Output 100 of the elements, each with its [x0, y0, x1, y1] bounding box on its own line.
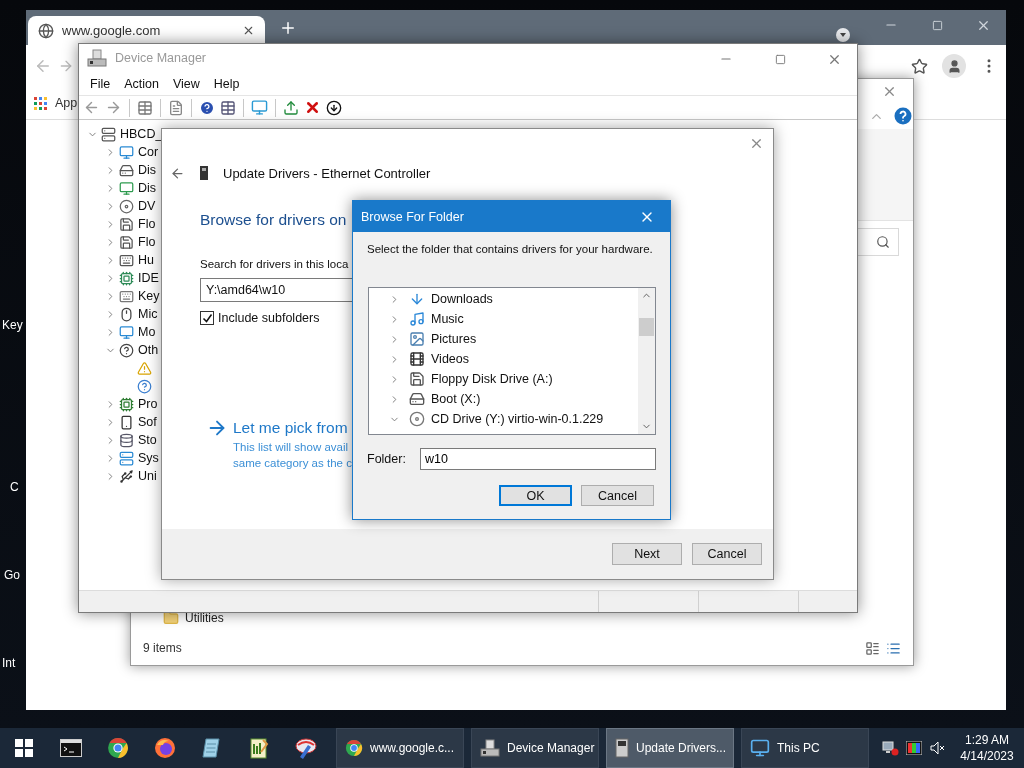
pick-driver-link[interactable]: Let me pick from [233, 419, 348, 437]
taskbar-button[interactable]: Update Drivers... [606, 728, 734, 768]
instruction-text: Select the folder that contains drivers for your hardware. [367, 243, 654, 255]
tree-item[interactable]: Flo [138, 217, 156, 231]
tree-item[interactable]: Sys [138, 451, 159, 465]
taskbar-button[interactable]: This PC [741, 728, 869, 768]
checkbox[interactable] [200, 311, 214, 325]
table-icon[interactable] [137, 99, 153, 116]
tree-item[interactable]: HBCD_ [120, 127, 163, 141]
folder-item[interactable]: Boot (X:) [431, 392, 481, 406]
item-count: 9 items [143, 641, 182, 655]
tree-item[interactable]: Mic [138, 307, 158, 321]
help-icon[interactable] [199, 99, 215, 116]
tree-item[interactable]: IDE [138, 271, 159, 285]
tree-item[interactable]: Key [138, 289, 160, 303]
tree-item[interactable]: Hu [138, 253, 154, 267]
document-icon[interactable] [168, 99, 184, 116]
folder-item[interactable]: Downloads [431, 292, 493, 306]
close-icon[interactable] [242, 24, 255, 37]
tree-item[interactable]: Pro [138, 397, 158, 411]
monitor-icon[interactable] [251, 99, 268, 116]
clock-time: 1:29 AM [965, 732, 1009, 748]
drive-icon [119, 162, 134, 178]
forward-icon[interactable] [58, 58, 74, 74]
chrome-logo-icon [345, 739, 363, 757]
keyboard-icon [119, 288, 134, 304]
windows-logo-icon[interactable] [14, 739, 33, 757]
monitor-icon [119, 180, 134, 196]
folder-item[interactable]: Videos [431, 352, 469, 366]
network-icon[interactable] [881, 740, 899, 756]
cancel-button[interactable]: Cancel [692, 543, 762, 565]
scrollbar[interactable] [638, 288, 655, 434]
tree-item[interactable]: Cor [138, 145, 159, 159]
folder-item[interactable]: Pictures [431, 332, 477, 346]
checkbox-label[interactable]: Include subfolders [218, 311, 320, 325]
browser-tab[interactable]: www.google.com [28, 16, 265, 45]
profile-avatar[interactable] [942, 54, 966, 78]
table-icon[interactable] [220, 99, 236, 116]
back-icon[interactable] [83, 99, 100, 116]
tree-item[interactable]: Uni [138, 469, 157, 483]
keyboard-icon [119, 252, 134, 268]
tree-item[interactable]: DV [138, 199, 156, 213]
apps-grid-icon[interactable] [34, 96, 47, 110]
desktop-icon-label[interactable]: Key [2, 318, 23, 332]
notepad-icon[interactable] [248, 737, 269, 759]
folder-item[interactable]: Floppy Disk Drive (A:) [431, 372, 553, 386]
maximize-icon[interactable] [774, 53, 786, 65]
tool-icon[interactable] [293, 737, 318, 759]
bookmark-link[interactable]: App [55, 96, 78, 110]
download-icon[interactable] [326, 99, 342, 116]
terminal-icon[interactable] [59, 739, 82, 757]
star-icon[interactable] [911, 57, 928, 75]
tree-item[interactable]: Mo [138, 325, 156, 339]
ok-button[interactable]: OK [499, 485, 572, 506]
disc-icon [409, 411, 425, 427]
firefox-icon[interactable] [153, 737, 176, 759]
storage-icon [119, 432, 134, 448]
cancel-button[interactable]: Cancel [581, 485, 654, 506]
dropdown-icon[interactable] [836, 28, 850, 42]
color-display-icon[interactable] [906, 741, 922, 755]
search-icon [876, 235, 890, 249]
menu-item[interactable]: Action [117, 76, 166, 91]
tree-item[interactable]: Sof [138, 415, 157, 429]
speaker-muted-icon[interactable] [930, 741, 946, 755]
folder-item[interactable]: CD Drive (Y:) virtio-win-0.1.229 [431, 412, 604, 426]
taskbar-button[interactable]: www.google.c... [336, 728, 464, 768]
chip-icon [119, 270, 134, 286]
tree-item[interactable]: Sto [138, 433, 157, 447]
folder-field[interactable]: w10 [420, 448, 656, 470]
desktop-icon-label[interactable]: Go [4, 568, 20, 582]
folder-name[interactable]: Utilities [185, 611, 224, 625]
scrollbar-thumb[interactable] [639, 318, 654, 336]
clock[interactable]: 1:29 AM 4/14/2023 [950, 732, 1024, 764]
tree-item[interactable]: Dis [138, 163, 157, 177]
tree-item[interactable]: Dis [138, 181, 157, 195]
folder-item[interactable]: Music [431, 312, 464, 326]
monitor-icon [750, 738, 770, 758]
details-view-icon[interactable] [865, 640, 880, 656]
menu-item[interactable]: Help [206, 76, 247, 91]
next-button[interactable]: Next [612, 543, 682, 565]
list-view-icon[interactable] [886, 640, 901, 656]
desktop-icon-label[interactable]: C [10, 480, 19, 494]
disc-icon [119, 198, 134, 214]
menu-item[interactable]: File [83, 76, 118, 91]
desktop-icon-label[interactable]: Int [2, 656, 16, 670]
device-icon [199, 165, 209, 181]
forward-icon[interactable] [105, 99, 122, 116]
menu-item[interactable]: View [165, 76, 207, 91]
delete-icon[interactable] [304, 99, 321, 116]
back-icon[interactable] [170, 165, 185, 181]
upload-icon[interactable] [283, 99, 299, 116]
help-icon[interactable] [894, 107, 912, 125]
tree-item[interactable]: Oth [138, 343, 159, 357]
tree-item[interactable]: Flo [138, 235, 156, 249]
monitor-icon [119, 144, 134, 160]
question-icon [137, 378, 152, 394]
notepad-icon[interactable] [201, 737, 222, 759]
taskbar-button[interactable]: Device Manager [471, 728, 599, 768]
chip-icon [119, 396, 134, 412]
film-icon [409, 351, 425, 367]
